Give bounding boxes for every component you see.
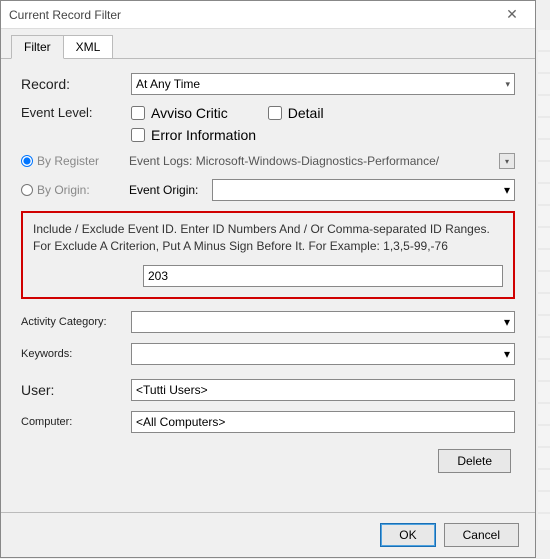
radio-by-origin-input[interactable] <box>21 184 33 196</box>
event-logs-dropdown[interactable]: ▾ <box>499 153 515 169</box>
record-value: At Any Time <box>136 77 200 91</box>
checkbox-detail-input[interactable] <box>268 106 282 120</box>
radio-by-register-label: By Register <box>37 154 99 168</box>
radio-by-register[interactable]: By Register <box>21 154 121 168</box>
activity-combo[interactable]: ▾ <box>131 311 515 333</box>
event-id-box: Include / Exclude Event ID. Enter ID Num… <box>21 211 515 299</box>
tab-strip: Filter XML <box>1 29 535 59</box>
event-level-checkboxes: Avviso Critic Detail Error Information <box>131 105 515 143</box>
radio-by-origin[interactable]: By Origin: <box>21 183 121 197</box>
window-title: Current Record Filter <box>9 8 121 22</box>
content: Record: At Any Time ▾ Event Level: Avvis… <box>1 59 535 493</box>
dialog-footer: OK Cancel <box>1 512 535 557</box>
tab-xml[interactable]: XML <box>63 35 114 58</box>
event-logs-field: Event Logs: Microsoft-Windows-Diagnostic… <box>129 153 515 169</box>
background-fragment <box>538 30 550 530</box>
event-origin-label: Event Origin: <box>129 183 198 197</box>
event-id-input[interactable] <box>143 265 503 287</box>
checkbox-critical[interactable]: Avviso Critic <box>131 105 228 121</box>
activity-label: Activity Category: <box>21 316 131 328</box>
tab-filter[interactable]: Filter <box>11 35 64 59</box>
titlebar: Current Record Filter ✕ <box>1 1 535 29</box>
checkbox-detail-label: Detail <box>288 105 324 121</box>
cancel-button[interactable]: Cancel <box>444 523 519 547</box>
user-input[interactable] <box>131 379 515 401</box>
checkbox-critical-label: Avviso Critic <box>151 105 228 121</box>
radio-by-origin-label: By Origin: <box>37 183 90 197</box>
ok-button[interactable]: OK <box>380 523 435 547</box>
computer-input[interactable] <box>131 411 515 433</box>
record-select[interactable]: At Any Time ▾ <box>131 73 515 95</box>
record-label: Record: <box>21 76 131 92</box>
filter-dialog: Current Record Filter ✕ Filter XML Recor… <box>0 0 536 558</box>
keywords-label: Keywords: <box>21 348 131 360</box>
event-origin-combo[interactable]: ▾ <box>212 179 515 201</box>
checkbox-error[interactable]: Error Information <box>131 127 515 143</box>
chevron-down-icon: ▾ <box>504 347 510 361</box>
computer-label: Computer: <box>21 416 131 428</box>
keywords-combo[interactable]: ▾ <box>131 343 515 365</box>
close-icon[interactable]: ✕ <box>497 6 527 23</box>
chevron-down-icon: ▾ <box>504 183 510 197</box>
checkbox-error-label: Error Information <box>151 127 256 143</box>
delete-button[interactable]: Delete <box>438 449 511 473</box>
radio-by-register-input[interactable] <box>21 155 33 167</box>
event-level-label: Event Level: <box>21 105 131 120</box>
user-label: User: <box>21 382 131 398</box>
checkbox-error-input[interactable] <box>131 128 145 142</box>
event-id-description: Include / Exclude Event ID. Enter ID Num… <box>33 221 503 255</box>
chevron-down-icon: ▾ <box>505 79 510 90</box>
chevron-down-icon: ▾ <box>504 315 510 329</box>
event-logs-value: Microsoft-Windows-Diagnostics-Performanc… <box>196 154 439 168</box>
event-logs-label: Event Logs: <box>129 154 192 168</box>
checkbox-critical-input[interactable] <box>131 106 145 120</box>
checkbox-detail[interactable]: Detail <box>268 105 324 121</box>
